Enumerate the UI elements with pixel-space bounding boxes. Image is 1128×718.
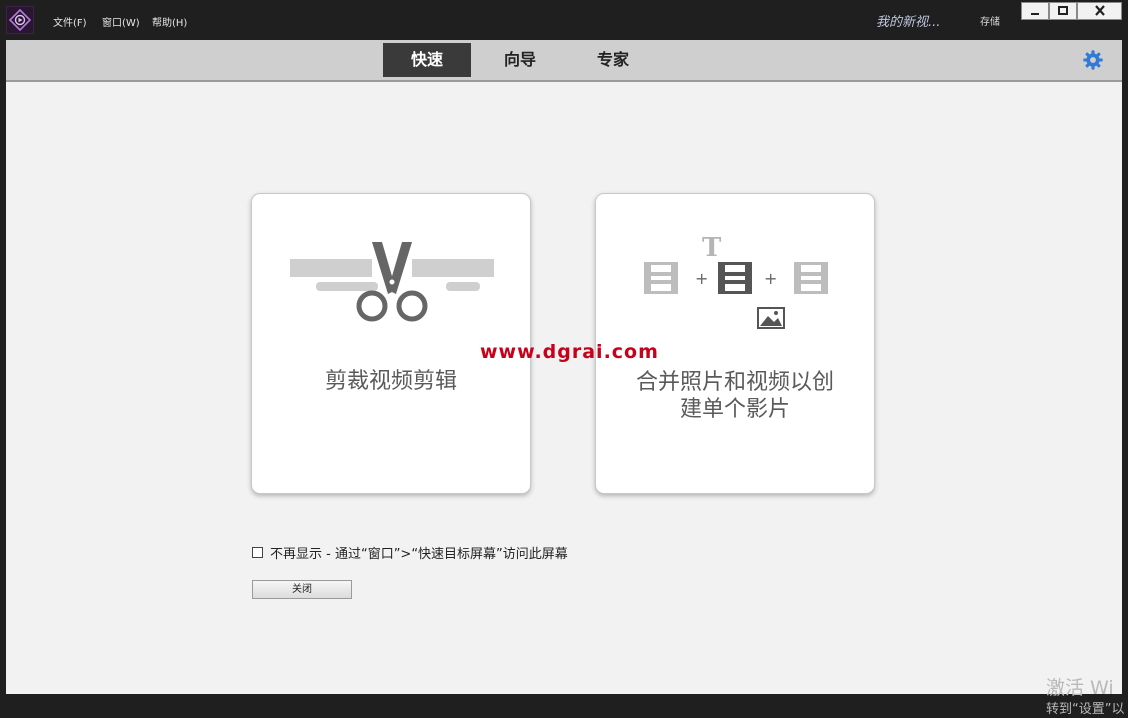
close-window-button[interactable] (1077, 2, 1122, 20)
merge-media-label-line2: 建单个影片 (679, 397, 790, 422)
activation-watermark-sub: 转到“设置”以 (1046, 702, 1125, 717)
dont-show-label: 不再显示 - 通过“窗口”>“快速目标屏幕”访问此屏幕 (270, 547, 568, 562)
svg-text:+: + (764, 269, 777, 288)
trim-video-label: 剪裁视频剪辑 (324, 369, 457, 394)
tab-quick[interactable]: 快速 (383, 43, 471, 77)
menu-help[interactable]: 帮助(H) (152, 14, 187, 29)
merge-media-label-line1: 合并照片和视频以创 (635, 370, 834, 395)
tab-expert[interactable]: 专家 (569, 43, 657, 77)
save-button[interactable]: 存储 (980, 13, 1000, 28)
close-button[interactable]: 关闭 (252, 580, 352, 599)
project-name[interactable]: 我的新视... (876, 11, 940, 30)
svg-text:T: T (702, 233, 722, 263)
close-icon (1094, 5, 1105, 16)
app-logo-icon[interactable] (6, 6, 34, 34)
minimize-button[interactable] (1021, 2, 1049, 20)
activation-watermark: 激活 Wi (1046, 677, 1114, 699)
tab-guided[interactable]: 向导 (476, 43, 564, 77)
maximize-button[interactable] (1049, 2, 1077, 20)
main-area: 剪裁视频剪辑 T + + 合并照片和视频以创 建单个影片 www.dgrai.c… (6, 82, 1122, 694)
svg-text:+: + (695, 269, 708, 288)
watermark-text: www.dgrai.com (480, 341, 659, 363)
menu-file[interactable]: 文件(F) (53, 14, 87, 29)
dont-show-row[interactable]: 不再显示 - 通过“窗口”>“快速目标屏幕”访问此屏幕 (252, 543, 568, 562)
title-bar: 文件(F) 窗口(W) 帮助(H) 我的新视... 存储 (0, 0, 1128, 40)
film-merge-icon: T + + (644, 233, 828, 329)
mode-tab-bar: 快速 向导 专家 (6, 40, 1122, 82)
maximize-icon (1058, 6, 1068, 15)
scissors-icon (290, 242, 494, 322)
dont-show-checkbox[interactable] (252, 547, 263, 558)
minimize-icon (1031, 13, 1039, 15)
menu-window[interactable]: 窗口(W) (102, 14, 140, 29)
gear-icon[interactable] (1082, 49, 1104, 71)
